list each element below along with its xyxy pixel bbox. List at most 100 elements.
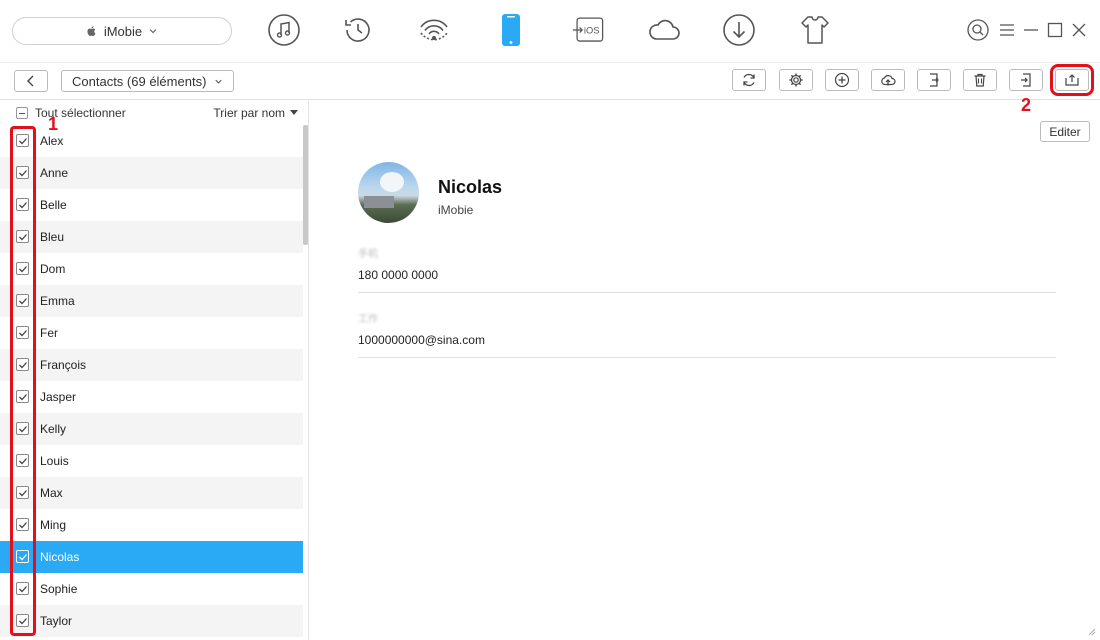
contact-name-label: Jasper [40,390,77,404]
list-header: Tout sélectionner Trier par nom [0,101,308,125]
contact-row[interactable]: Louis [0,445,303,477]
hamburger-menu-icon [1000,24,1014,36]
import-button[interactable] [1009,69,1043,91]
search-button[interactable] [966,18,990,42]
cloud-icon [649,19,680,40]
export-to-computer-icon [1065,74,1079,86]
menu-button[interactable] [995,18,1019,42]
gear-icon [789,73,803,87]
chevron-down-icon [215,79,222,84]
email-field-label: 工作 [358,314,378,325]
contact-name-label: Ming [40,518,67,532]
contact-row[interactable]: Alex [0,125,303,157]
maximize-button[interactable] [1043,18,1067,42]
app-window: iMobie iOS Contacts (69 éléments) 2 Tout… [0,0,1100,640]
delete-button[interactable] [963,69,997,91]
contact-name-label: Dom [40,262,66,276]
contact-row[interactable]: Nicolas [0,541,303,573]
contact-row[interactable]: Dom [0,253,303,285]
contact-name-label: Emma [40,294,75,308]
export-to-device-button[interactable] [917,69,951,91]
contact-row[interactable]: Sophie [0,573,303,605]
phone-icon [502,14,520,46]
nav-history[interactable] [340,11,376,49]
contact-name: Nicolas [438,177,503,197]
export-icon [930,73,939,87]
contact-name-label: Taylor [40,614,73,628]
step-2-marker: 2 [1021,95,1032,115]
pane-divider [308,101,309,640]
trash-icon [974,73,986,87]
nav-device[interactable] [493,11,529,49]
device-name: iMobie [103,23,143,39]
category-dropdown[interactable]: Contacts (69 éléments) [61,70,235,92]
contact-row[interactable]: Emma [0,285,303,317]
settings-button[interactable] [779,69,813,91]
contact-row[interactable]: Ming [0,509,303,541]
category-label: Contacts (69 éléments) [72,73,207,89]
nav-toolkit[interactable] [797,11,833,49]
minimize-icon [1024,29,1038,31]
sort-dropdown[interactable]: Trier par nom [213,106,298,120]
contact-row[interactable]: Jasper [0,381,303,413]
refresh-button[interactable] [732,69,766,91]
contact-row[interactable]: Bleu [0,221,303,253]
contact-row[interactable]: Fer [0,317,303,349]
nav-cloud[interactable] [646,11,682,49]
nav-music[interactable] [266,11,302,49]
checkbox-column-highlight [10,126,36,636]
phone-value: 180 0000 0000 [358,268,439,282]
close-button[interactable] [1067,18,1091,42]
edit-button[interactable]: Editer [1040,121,1090,142]
nav-to-ios[interactable]: iOS [569,11,609,49]
email-value: 1000000000@sina.com [358,333,485,347]
contact-name-label: Bleu [40,230,65,244]
export-to-computer-button[interactable] [1050,64,1094,96]
top-nav-bar: iMobie iOS [0,0,1100,62]
contact-row[interactable]: Kelly [0,413,303,445]
nav-airdrop[interactable] [416,11,452,49]
contact-name-label: Sophie [40,582,78,596]
history-icon [345,18,370,42]
add-button[interactable] [825,69,859,91]
resize-grip-icon[interactable] [1086,626,1096,636]
import-icon [1021,73,1031,87]
contact-row[interactable]: Anne [0,157,303,189]
contact-name-label: Kelly [40,422,67,436]
maximize-icon [1047,22,1063,38]
to-ios-label: iOS [584,25,600,35]
search-icon [967,19,989,41]
nav-download[interactable] [721,11,757,49]
chevron-left-icon [27,75,34,87]
contact-name-label: Belle [40,198,67,212]
contact-name-label: Alex [40,134,64,148]
contact-row[interactable]: Belle [0,189,303,221]
contact-name-label: Max [40,486,63,500]
contact-row[interactable]: Max [0,477,303,509]
back-button[interactable] [14,70,48,92]
device-selector[interactable]: iMobie [12,17,232,45]
close-icon [1072,23,1086,37]
caret-down-icon [290,110,298,115]
upload-button[interactable] [871,69,905,91]
select-all-checkbox[interactable] [16,107,28,119]
minimize-button[interactable] [1019,18,1043,42]
phone-field-label: 手机 [358,249,378,260]
field-divider [358,357,1056,358]
music-icon [268,14,300,46]
contact-name-label: Anne [40,166,69,180]
cloud-upload-icon [881,75,896,86]
avatar [358,162,419,223]
contact-row[interactable]: Taylor [0,605,303,637]
add-circle-icon [834,72,850,88]
contact-name-label: François [40,358,87,372]
download-icon [723,14,755,46]
step-1-marker: 1 [48,114,59,134]
to-ios-icon: iOS [572,17,604,42]
contact-list: Alex Anne Belle Bleu Dom Emma Fer François Jaspe… [0,125,303,640]
field-divider [358,292,1056,293]
refresh-icon [743,73,755,87]
contact-name-label: Nicolas [40,550,80,564]
contact-row[interactable]: François [0,349,303,381]
airdrop-icon [420,19,448,41]
